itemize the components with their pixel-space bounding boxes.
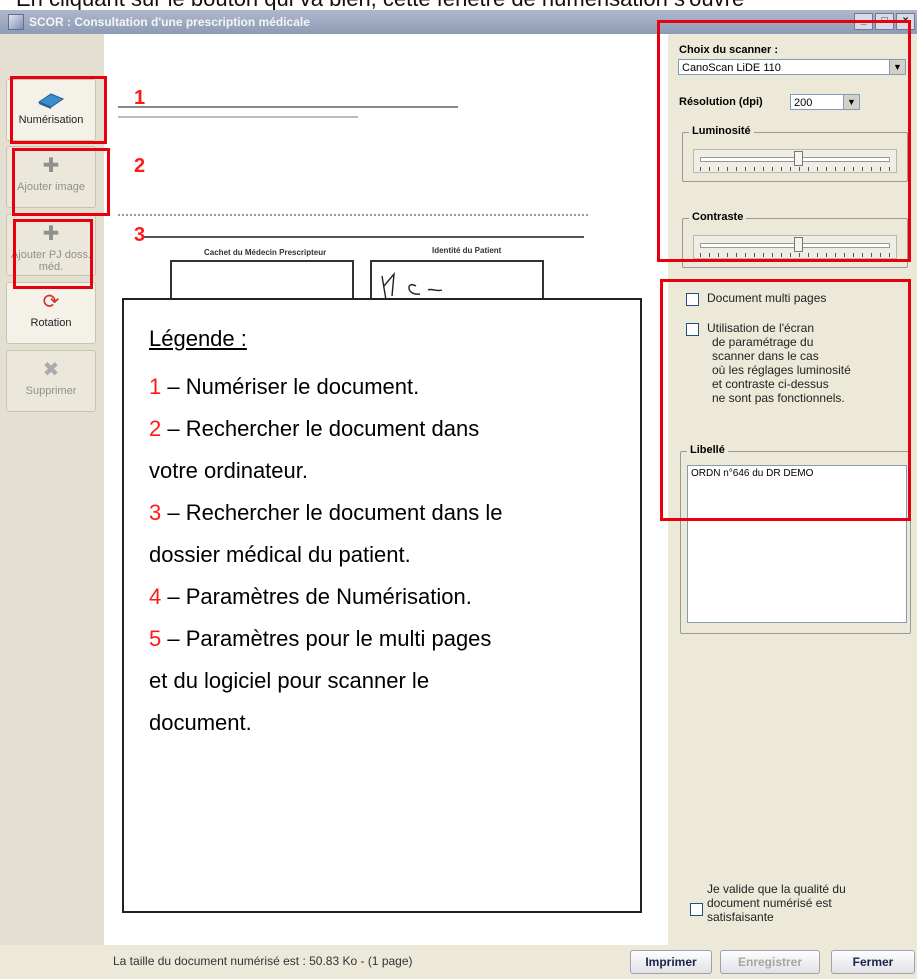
luminosite-slider-thumb[interactable] (794, 151, 804, 166)
legend-text: dossier médical du patient. (149, 542, 411, 567)
window-titlebar: SCOR : Consultation d'une prescription m… (0, 10, 917, 34)
contraste-group: Contraste (682, 211, 908, 268)
legend-item: document. (149, 702, 640, 744)
legend-number: 1 (149, 374, 162, 399)
status-bar: La taille du document numérisé est : 50.… (104, 945, 917, 979)
scanner-screen-label-line: et contraste ci-dessus (712, 377, 829, 391)
legend-item: 2 – Rechercher le document dans (149, 408, 640, 450)
app-icon (8, 14, 24, 30)
close-button[interactable]: Fermer (831, 950, 915, 974)
legend-item: 5 – Paramètres pour le multi pages (149, 618, 640, 660)
legend-number: 5 (149, 626, 162, 651)
legend-text: – Rechercher le document dans (161, 416, 480, 441)
multi-pages-label: Document multi pages (707, 291, 827, 305)
scanner-value: CanoScan LiDE 110 (682, 62, 781, 74)
scanner-icon (36, 88, 66, 110)
luminosite-slider[interactable] (693, 149, 897, 173)
libelle-textarea[interactable]: ORDN n°646 du DR DEMO (687, 465, 907, 623)
contraste-slider-thumb[interactable] (794, 237, 804, 252)
legend-text: – Paramètres de Numérisation. (161, 584, 472, 609)
libelle-label: Libellé (687, 444, 728, 456)
add-image-icon: ✚ (42, 155, 60, 177)
scanner-select[interactable]: CanoScan LiDE 110 ▼ (678, 59, 906, 75)
luminosite-label: Luminosité (689, 125, 754, 137)
scanner-screen-checkbox[interactable] (686, 323, 699, 336)
quality-checkbox[interactable] (690, 903, 703, 916)
legend-text: – Paramètres pour le multi pages (161, 626, 492, 651)
minimize-icon[interactable]: _ (854, 13, 873, 30)
multi-pages-checkbox[interactable] (686, 293, 699, 306)
resolution-label: Résolution (dpi) (679, 96, 763, 108)
legend-item: et du logiciel pour scanner le (149, 660, 640, 702)
scan-line (118, 116, 358, 118)
maximize-icon[interactable]: □ (875, 13, 894, 30)
scanner-screen-label-line: de paramétrage du (712, 335, 814, 349)
legend-text: – Rechercher le document dans le (161, 500, 503, 525)
legend-number: 4 (149, 584, 162, 609)
legend-box: Légende : 1 – Numériser le document. 2 –… (122, 298, 642, 913)
legend-number: 2 (149, 416, 162, 441)
close-icon[interactable]: × (896, 13, 915, 30)
chevron-down-icon[interactable]: ▼ (889, 60, 905, 74)
scan-line (144, 236, 584, 238)
quality-label-line: document numérisé est (707, 896, 832, 910)
doc-patient-label: Identité du Patient (432, 246, 502, 255)
luminosite-group: Luminosité (682, 125, 908, 182)
scanner-label: Choix du scanner : (679, 44, 779, 56)
quality-label: Je valide que la qualité du document num… (707, 882, 846, 924)
add-image-button-label: Ajouter image (17, 181, 85, 193)
legend-text: document. (149, 710, 252, 735)
rotate-icon: ⟳ (42, 291, 60, 313)
rotate-button-label: Rotation (30, 317, 72, 329)
legend-text: et du logiciel pour scanner le (149, 668, 430, 693)
scanner-screen-label-line: ne sont pas fonctionnels. (712, 391, 845, 405)
quality-label-line: satisfaisante (707, 910, 774, 924)
rotate-button[interactable]: ⟳ Rotation (6, 282, 96, 344)
scanner-screen-label-line: où les réglages luminosité (712, 363, 851, 377)
scanner-screen-label: Utilisation de l'écran de paramétrage du… (707, 321, 851, 405)
scan-button[interactable]: Numérisation (6, 79, 96, 141)
legend-title: Légende : (149, 326, 247, 351)
left-toolbar: Numérisation ✚ Ajouter image ✚ Ajouter P… (0, 34, 105, 945)
add-image-button[interactable]: ✚ Ajouter image (6, 146, 96, 208)
legend-item: votre ordinateur. (149, 450, 640, 492)
delete-button-label: Supprimer (25, 385, 77, 397)
scan-button-label: Numérisation (18, 114, 84, 126)
legend-item: 4 – Paramètres de Numérisation. (149, 576, 640, 618)
legend-item: dossier médical du patient. (149, 534, 640, 576)
legend-number: 3 (149, 500, 162, 525)
slider-ticks (700, 167, 890, 171)
resolution-select[interactable]: 200 ▼ (790, 94, 860, 110)
annotation-number: 1 (134, 87, 146, 109)
slider-ticks (700, 253, 890, 257)
annotation-number: 2 (134, 155, 146, 177)
contraste-slider[interactable] (693, 235, 897, 259)
resolution-value: 200 (794, 97, 813, 109)
scan-dotted-line (118, 214, 588, 216)
scanner-screen-label-line: Utilisation de l'écran (707, 321, 815, 335)
tutorial-caption: En cliquant sur le bouton qui va bien, c… (0, 0, 917, 10)
print-button[interactable]: Imprimer (630, 950, 712, 974)
legend-text: – Numériser le document. (161, 374, 420, 399)
legend-item: 1 – Numériser le document. (149, 366, 640, 408)
delete-button[interactable]: ✖ Supprimer (6, 350, 96, 412)
contraste-label: Contraste (689, 211, 747, 223)
add-attachment-icon: ✚ (42, 223, 60, 245)
scan-line (118, 106, 458, 108)
delete-icon: ✖ (42, 359, 60, 381)
legend-item: 3 – Rechercher le document dans le (149, 492, 640, 534)
legend-text: votre ordinateur. (149, 458, 308, 483)
add-attachment-button-label: Ajouter PJ doss. méd. (10, 249, 92, 273)
handwriting-sketch (381, 271, 443, 301)
save-button[interactable]: Enregistrer (720, 950, 820, 974)
add-attachment-button[interactable]: ✚ Ajouter PJ doss. méd. (6, 214, 96, 276)
window-title: SCOR : Consultation d'une prescription m… (29, 15, 310, 29)
chevron-down-icon[interactable]: ▼ (843, 95, 859, 109)
doc-cachet-label: Cachet du Médecin Prescripteur (204, 248, 327, 257)
document-size-status: La taille du document numérisé est : 50.… (113, 954, 413, 968)
quality-label-line: Je valide que la qualité du (707, 882, 846, 896)
annotation-number: 3 (134, 224, 146, 246)
scanner-screen-label-line: scanner dans le cas (712, 349, 819, 363)
